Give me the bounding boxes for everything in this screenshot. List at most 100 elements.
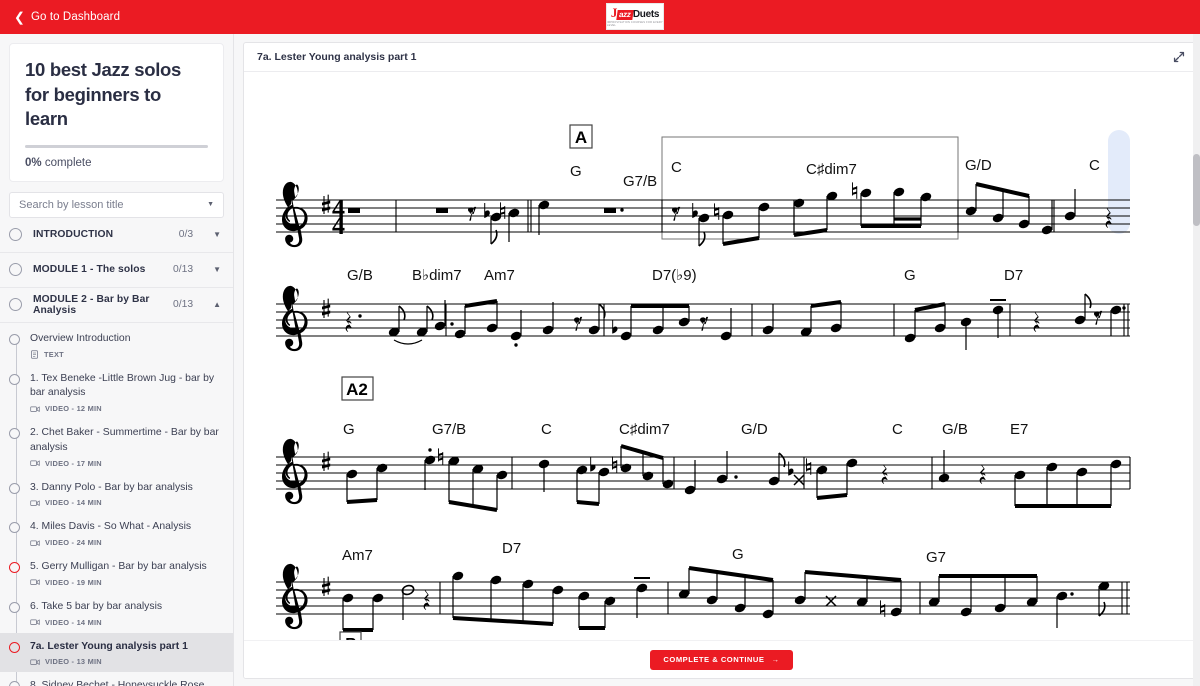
- key-signature-sharp-icon: [321, 298, 331, 319]
- chevron-down-icon[interactable]: ▼: [213, 265, 221, 274]
- progress-bar: [25, 144, 208, 148]
- time-signature-denominator: 4: [332, 211, 345, 240]
- lesson-item-5-gerry-mulligan[interactable]: 5. Gerry Mulligan - Bar by bar analysis …: [0, 553, 233, 593]
- progress-label: 0% complete: [25, 157, 208, 169]
- sidebar-module-2-bar-by-bar-analysis[interactable]: MODULE 2 - Bar by Bar Analysis 0/13 ▲: [0, 288, 233, 323]
- video-icon: [30, 540, 40, 546]
- video-icon: [30, 460, 40, 467]
- natural-accidental-icon: [852, 181, 858, 200]
- rehearsal-mark-A: A: [569, 124, 593, 149]
- chord-symbol: B♭dim7: [412, 267, 462, 284]
- lesson-item-3-danny-polo[interactable]: 3. Danny Polo - Bar by bar analysis VIDE…: [0, 474, 233, 514]
- module-title: MODULE 2 - Bar by Bar Analysis: [33, 293, 150, 316]
- chord-symbol: C: [671, 159, 682, 176]
- treble-clef-icon: [282, 285, 308, 352]
- lesson-item-4-miles-davis[interactable]: 4. Miles Davis - So What - Analysis VIDE…: [0, 513, 233, 553]
- chord-symbol: Am7: [484, 267, 515, 284]
- chord-symbol: C: [541, 421, 552, 438]
- video-icon: [30, 500, 40, 506]
- blue-highlight-bar: [1108, 130, 1130, 234]
- treble-clef-icon: [282, 181, 308, 248]
- video-icon: [30, 405, 40, 412]
- chord-symbol: G/B: [347, 267, 373, 284]
- chord-symbol: G7/B: [623, 173, 657, 190]
- lesson-status-circle-icon: [9, 641, 20, 653]
- treble-clef-icon: [282, 563, 308, 630]
- lesson-item-2-chet-baker[interactable]: 2. Chet Baker - Summertime - Bar by bar …: [0, 419, 233, 474]
- jazzduets-logo[interactable]: J azz Duets IMPROVISATION COURSES FOR EV…: [606, 3, 664, 30]
- module-status-circle-icon: [9, 263, 22, 277]
- search-input[interactable]: [19, 198, 199, 211]
- lesson-status-circle-icon: [9, 522, 20, 534]
- chord-symbol: G/D: [965, 157, 992, 174]
- logo-tagline: IMPROVISATION COURSES FOR EVERY LEVEL: [607, 21, 663, 28]
- module-status-circle-icon: [9, 228, 22, 242]
- svg-text:A: A: [575, 128, 587, 147]
- video-icon: [30, 659, 40, 665]
- chord-symbol: D7(♭9): [652, 267, 697, 284]
- lesson-meta: TEXT: [44, 349, 64, 359]
- tie: [393, 339, 423, 345]
- logo-jazz-text: azz: [616, 9, 634, 20]
- lesson-item-7a-lester-young[interactable]: 7a. Lester Young analysis part 1 VIDEO -…: [0, 632, 233, 673]
- chord-symbol: G: [570, 163, 582, 180]
- lesson-status-circle-icon: [9, 562, 20, 574]
- lesson-status-circle-icon: [9, 428, 20, 440]
- eighth-rest: [574, 316, 583, 331]
- go-to-dashboard-link[interactable]: ❮ Go to Dashboard: [14, 10, 121, 24]
- rehearsal-mark-A2: A2: [341, 376, 374, 401]
- lesson-header: 7a. Lester Young analysis part 1: [244, 43, 1199, 72]
- lesson-meta: VIDEO - 24 MIN: [45, 538, 102, 548]
- lesson-item-6-take-5[interactable]: 6. Take 5 bar by bar analysis VIDEO - 14…: [0, 593, 233, 633]
- module-title: INTRODUCTION: [33, 229, 114, 241]
- sidebar-module-1-the-solos[interactable]: MODULE 1 - The solos 0/13 ▼: [0, 253, 233, 288]
- key-signature-sharp-icon: [321, 194, 331, 215]
- lesson-item-8-sidney-bechet[interactable]: 8. Sidney Bechet - Honeysuckle Rose Anal…: [0, 672, 233, 686]
- chord-symbol: G: [732, 546, 744, 563]
- module-count: 0/13: [173, 264, 194, 276]
- rest: [348, 208, 360, 213]
- expand-arrows-icon[interactable]: [1173, 51, 1185, 63]
- lesson-list: Overview Introduction TEXT 1. Tex Beneke…: [0, 323, 233, 686]
- eighth-rest: [468, 206, 477, 221]
- chord-symbol: G/D: [741, 421, 768, 438]
- chord-symbol: Am7: [342, 547, 373, 564]
- go-to-dashboard-label: Go to Dashboard: [31, 11, 121, 23]
- lesson-meta: VIDEO - 17 MIN: [45, 458, 102, 468]
- lesson-title: 7a. Lester Young analysis part 1: [30, 640, 188, 652]
- chord-symbol: C: [892, 421, 903, 438]
- lesson-status-circle-icon: [9, 681, 20, 686]
- lesson-meta: VIDEO - 13 MIN: [45, 657, 102, 667]
- chord-symbol: G7: [926, 549, 946, 566]
- lesson-footer: COMPLETE & CONTINUE →: [244, 640, 1199, 678]
- module-count: 0/3: [178, 229, 194, 241]
- lesson-title: 8. Sidney Bechet - Honeysuckle Rose Anal…: [30, 680, 205, 686]
- text-document-icon: [31, 349, 38, 359]
- chord-symbol: D7: [1004, 267, 1023, 284]
- quarter-rest: [423, 590, 430, 610]
- chevron-up-icon[interactable]: ▲: [213, 300, 221, 309]
- scrollbar-thumb[interactable]: [1193, 154, 1200, 226]
- lesson-item-overview-introduction[interactable]: Overview Introduction TEXT: [0, 325, 233, 365]
- eighth-rest: [700, 316, 709, 331]
- search-lessons-box[interactable]: ▼: [9, 191, 224, 218]
- lesson-item-1-tex-beneke[interactable]: 1. Tex Beneke -Little Brown Jug - bar by…: [0, 365, 233, 420]
- lesson-card: 7a. Lester Young analysis part 1 4 4 A G…: [243, 42, 1200, 679]
- key-signature-sharp-icon: [321, 451, 331, 472]
- chord-symbol: E7: [1010, 421, 1028, 438]
- rest: [436, 208, 448, 213]
- lesson-meta: VIDEO - 12 MIN: [45, 404, 102, 414]
- course-summary-card: 10 best Jazz solos for beginners to lear…: [9, 43, 224, 182]
- page-scrollbar[interactable]: [1193, 34, 1200, 686]
- lesson-status-circle-icon: [9, 333, 20, 345]
- chevron-down-icon[interactable]: ▼: [213, 230, 221, 239]
- page-title: 7a. Lester Young analysis part 1: [257, 51, 417, 63]
- complete-and-continue-button[interactable]: COMPLETE & CONTINUE →: [650, 649, 793, 670]
- natural-accidental-icon: [714, 202, 720, 221]
- caret-down-icon[interactable]: ▼: [207, 201, 214, 208]
- music-system-1: 4 4 A G G7/B C C♯dim7 G/D C: [276, 124, 1130, 248]
- chord-symbol: G: [904, 267, 916, 284]
- lesson-title: 3. Danny Polo - Bar by bar analysis: [30, 481, 193, 493]
- sidebar-module-introduction[interactable]: INTRODUCTION 0/3 ▼: [0, 218, 233, 253]
- module-count: 0/13: [173, 299, 194, 311]
